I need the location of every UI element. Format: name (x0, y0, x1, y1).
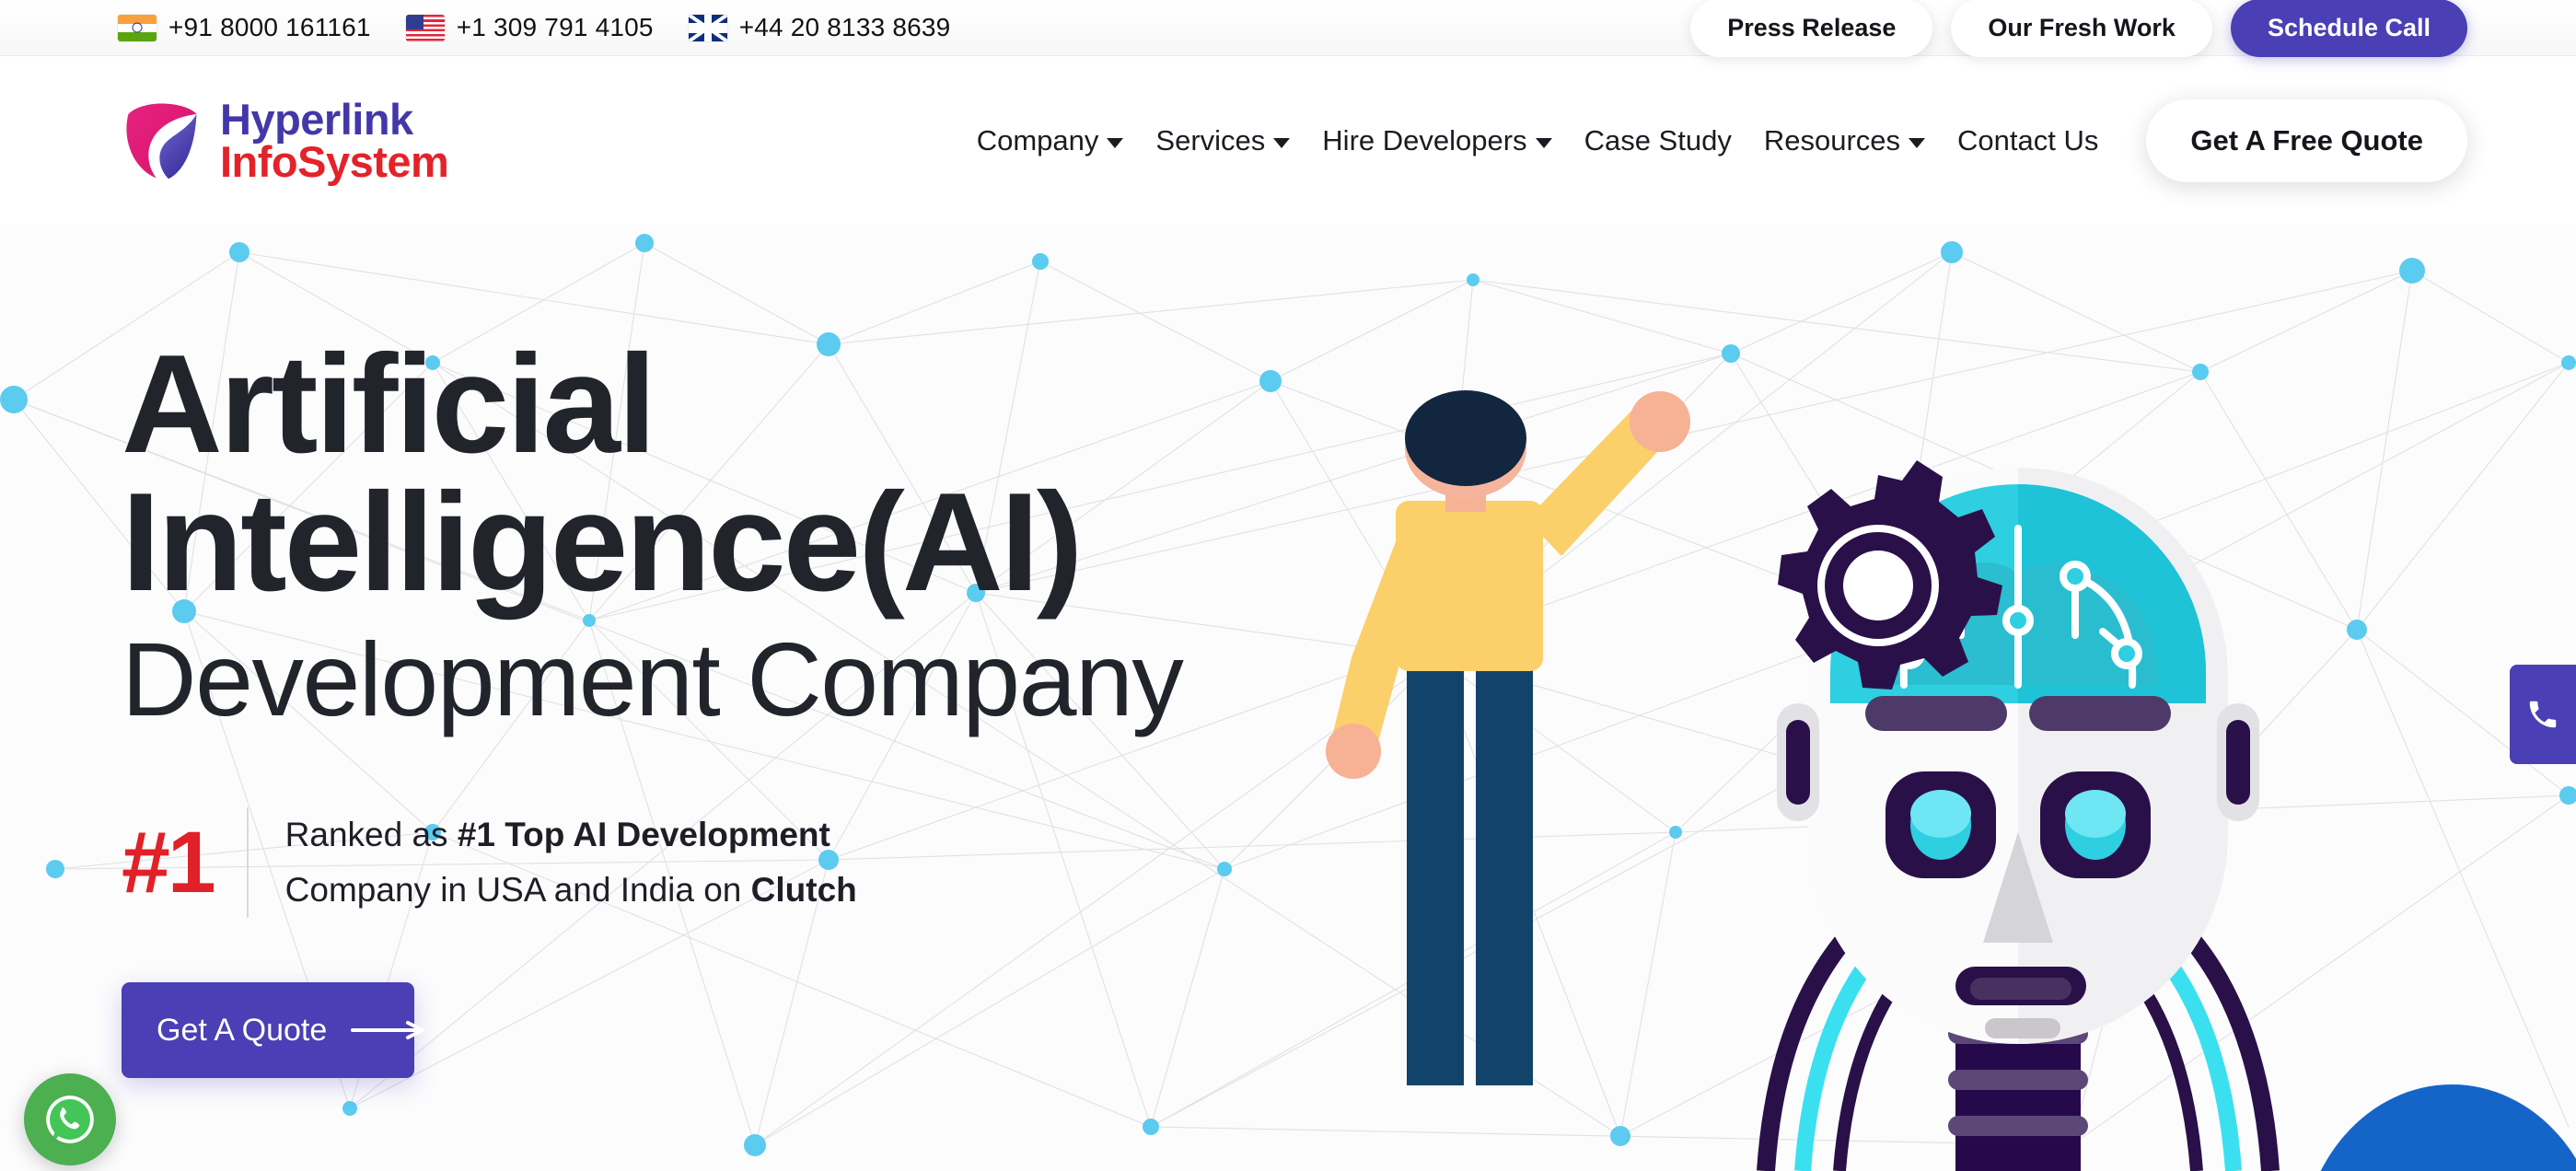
rank-line2-bold: Clutch (750, 871, 857, 910)
rank-line1-prefix: Ranked as (284, 816, 458, 854)
whatsapp-icon (46, 1096, 94, 1143)
nav-item-hire-developers[interactable]: Hire Developers (1322, 123, 1552, 157)
top-bar: +91 8000 161161 +1 309 791 4105 +44 20 8… (0, 0, 2576, 57)
nav-label-hire-developers: Hire Developers (1322, 123, 1527, 157)
chevron-down-icon (1107, 137, 1124, 148)
nav-menu: Company Services Hire Developers Case St… (977, 124, 2099, 157)
phone-number-uk: +44 20 8133 8639 (738, 13, 951, 41)
get-a-quote-button[interactable]: Get A Quote (122, 982, 425, 1079)
phone-item-uk[interactable]: +44 20 8133 8639 (688, 13, 951, 42)
chevron-down-icon (1273, 137, 1291, 148)
logo-wordmark: Hyperlink InfoSystem (220, 94, 449, 186)
swoosh-logo-icon (126, 103, 197, 180)
hero-heading-line-1: Artificial (122, 326, 656, 482)
hero-copy-block: Artificial Intelligence(AI) Development … (122, 326, 1337, 1079)
hero-subheading: Development Company (122, 620, 1184, 737)
ai-robot-illustration (1326, 390, 2280, 1171)
nav-item-case-study[interactable]: Case Study (1584, 124, 1732, 157)
hero-heading-line-2: Intelligence(AI) (122, 464, 1083, 621)
phone-number-india: +91 8000 161161 (168, 13, 371, 41)
chevron-down-icon (1535, 137, 1552, 148)
phone-item-usa[interactable]: +1 309 791 4105 (405, 13, 654, 42)
flag-uk-icon (688, 14, 727, 41)
flag-india-icon (118, 14, 157, 41)
arrow-right-icon (351, 1021, 425, 1040)
logo-line-2: InfoSystem (220, 136, 449, 186)
get-a-quote-label: Get A Quote (157, 1012, 328, 1048)
person-figure (1326, 390, 1690, 1085)
rank-line2-prefix: Company in USA and India on (284, 871, 751, 910)
site-logo[interactable]: Hyperlink InfoSystem (118, 94, 449, 186)
flag-usa-icon (405, 14, 445, 41)
call-request-tab[interactable] (2510, 665, 2576, 764)
nav-label-services: Services (1155, 123, 1266, 157)
nav-item-company[interactable]: Company (977, 124, 1124, 157)
ranking-callout: #1 Ranked as #1 Top AI Development Compa… (122, 807, 1337, 919)
whatsapp-chat-button[interactable] (24, 1073, 116, 1165)
rank-line1-bold: #1 Top AI Development (457, 816, 830, 854)
robot-figure (1757, 460, 2280, 1171)
phone-handset-icon (2529, 701, 2557, 728)
nav-label-company: Company (976, 123, 1099, 157)
hero-section: Artificial Intelligence(AI) Development … (0, 225, 2576, 1171)
phone-item-india[interactable]: +91 8000 161161 (118, 13, 371, 42)
rank-text-line-2: Company in USA and India on Clutch (285, 863, 857, 918)
rank-text-line-1: Ranked as #1 Top AI Development (285, 807, 857, 863)
main-navigation-bar: Hyperlink InfoSystem Company Services Hi… (0, 56, 2576, 225)
schedule-call-button[interactable]: Schedule Call (2230, 0, 2467, 57)
nav-item-contact-us[interactable]: Contact Us (1957, 124, 2098, 157)
nav-label-contact-us: Contact Us (1957, 123, 2099, 157)
press-release-button[interactable]: Press Release (1690, 0, 1933, 57)
nav-item-services[interactable]: Services (1155, 123, 1291, 157)
get-a-free-quote-button[interactable]: Get A Free Quote (2146, 99, 2467, 182)
our-fresh-work-button[interactable]: Our Fresh Work (1951, 0, 2212, 57)
rank-text: Ranked as #1 Top AI Development Company … (246, 807, 857, 919)
nav-label-case-study: Case Study (1584, 123, 1732, 157)
nav-item-resources[interactable]: Resources (1763, 123, 1926, 157)
phone-list: +91 8000 161161 +1 309 791 4105 +44 20 8… (118, 13, 950, 42)
top-bar-actions: Press Release Our Fresh Work Schedule Ca… (1690, 0, 2467, 57)
nav-label-resources: Resources (1763, 123, 1901, 157)
phone-number-usa: +1 309 791 4105 (456, 13, 654, 41)
logo-line-1: Hyperlink (220, 94, 413, 144)
rank-badge: #1 (122, 813, 216, 911)
chevron-down-icon (1909, 137, 1926, 148)
